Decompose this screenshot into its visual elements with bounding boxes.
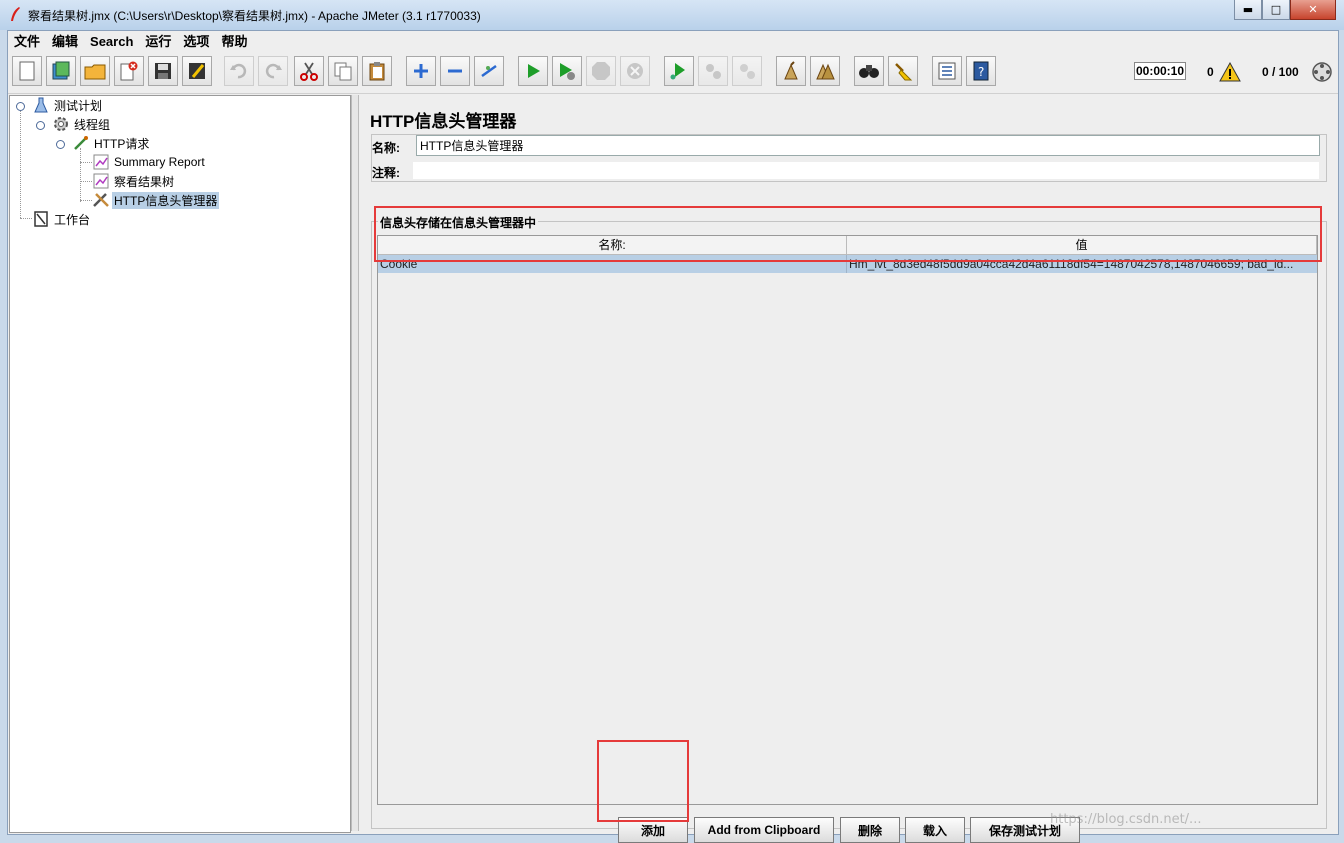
comment-label: 注释: bbox=[372, 166, 400, 180]
toolbar: ? 00:00:10 0 0 / 100 bbox=[8, 53, 1338, 94]
tree-node-thread-group[interactable]: 线程组 bbox=[52, 115, 112, 133]
remote-start-icon[interactable] bbox=[664, 56, 694, 86]
error-count: 0 bbox=[1207, 65, 1214, 79]
toggle-icon[interactable] bbox=[474, 56, 504, 86]
jmeter-feather-icon bbox=[11, 7, 20, 21]
table-row[interactable]: Cookie Hm_lvt_8d3ed48f5dd9a04cca42d4a611… bbox=[378, 255, 1317, 273]
clear-all-icon[interactable] bbox=[810, 56, 840, 86]
remote-status-icon bbox=[1312, 62, 1332, 82]
menu-options[interactable]: 选项 bbox=[177, 31, 215, 52]
tree-node-label: 工作台 bbox=[54, 212, 91, 227]
menu-file[interactable]: 文件 bbox=[8, 31, 46, 52]
svg-text:?: ? bbox=[978, 65, 984, 79]
menu-search[interactable]: Search bbox=[84, 31, 139, 52]
thread-group-icon bbox=[52, 116, 70, 132]
tree-node-summary-report[interactable]: Summary Report bbox=[92, 153, 207, 171]
delete-button[interactable]: 删除 bbox=[840, 817, 900, 843]
minimize-button[interactable]: ▬ bbox=[1234, 0, 1262, 20]
tree-toggle[interactable] bbox=[56, 140, 65, 149]
redo-icon[interactable] bbox=[258, 56, 288, 86]
tree-node-test-plan[interactable]: 测试计划 bbox=[32, 96, 104, 114]
listener-icon bbox=[92, 154, 110, 170]
add-from-clipboard-button[interactable]: Add from Clipboard bbox=[694, 817, 834, 843]
collapse-icon[interactable] bbox=[440, 56, 470, 86]
maximize-button[interactable]: □ bbox=[1262, 0, 1290, 20]
title-bar: 察看结果树.jmx (C:\Users\r\Desktop\察看结果树.jmx)… bbox=[0, 0, 1344, 30]
tree-toggle[interactable] bbox=[36, 121, 45, 130]
undo-icon[interactable] bbox=[224, 56, 254, 86]
active-threads-count: 0 / 100 bbox=[1262, 65, 1299, 79]
expand-icon[interactable] bbox=[406, 56, 436, 86]
open-icon[interactable] bbox=[80, 56, 110, 86]
headers-group: 信息头存储在信息头管理器中 名称: 值 Cookie Hm_lvt_8d3ed4… bbox=[371, 214, 1327, 829]
group-title: 信息头存储在信息头管理器中 bbox=[378, 214, 539, 231]
comment-field[interactable] bbox=[412, 161, 1320, 180]
application-frame: 文件 编辑 Search 运行 选项 帮助 ? 00:00:10 0 0 / 1… bbox=[7, 30, 1339, 843]
close-file-icon[interactable] bbox=[114, 56, 144, 86]
cut-icon[interactable] bbox=[294, 56, 324, 86]
workbench-icon bbox=[32, 211, 50, 227]
listener-icon bbox=[92, 173, 110, 189]
menu-run[interactable]: 运行 bbox=[139, 31, 177, 52]
templates-icon[interactable] bbox=[46, 56, 76, 86]
panel-title: HTTP信息头管理器 bbox=[370, 112, 517, 131]
close-window-button[interactable]: ✕ bbox=[1290, 0, 1336, 20]
tree-node-header-manager[interactable]: HTTP信息头管理器 bbox=[92, 191, 220, 209]
remote-shutdown-icon[interactable] bbox=[732, 56, 762, 86]
tree-node-label: Summary Report bbox=[114, 155, 205, 169]
search-icon[interactable] bbox=[854, 56, 884, 86]
copy-icon[interactable] bbox=[328, 56, 358, 86]
name-label: 名称: bbox=[372, 141, 400, 155]
row-name-cell[interactable]: Cookie bbox=[378, 255, 847, 273]
sampler-icon bbox=[72, 135, 90, 151]
column-header-name[interactable]: 名称: bbox=[378, 236, 847, 255]
save-icon[interactable] bbox=[148, 56, 178, 86]
column-header-value[interactable]: 值 bbox=[847, 236, 1317, 255]
start-no-pause-icon[interactable] bbox=[552, 56, 582, 86]
name-field[interactable] bbox=[416, 135, 1320, 156]
window-title: 察看结果树.jmx (C:\Users\r\Desktop\察看结果树.jmx)… bbox=[28, 9, 481, 23]
panel-splitter[interactable] bbox=[351, 95, 359, 831]
header-manager-panel: HTTP信息头管理器 名称: 注释: 信息头存储在信息头管理器中 名称: 值 C… bbox=[360, 95, 1336, 843]
shutdown-icon[interactable] bbox=[620, 56, 650, 86]
clear-icon[interactable] bbox=[776, 56, 806, 86]
tree-node-workbench[interactable]: 工作台 bbox=[32, 210, 92, 228]
tree-node-label: 线程组 bbox=[74, 117, 111, 132]
reset-search-icon[interactable] bbox=[888, 56, 918, 86]
tree-node-label: 察看结果树 bbox=[114, 174, 175, 189]
warning-icon[interactable] bbox=[1219, 62, 1241, 82]
remote-stop-icon[interactable] bbox=[698, 56, 728, 86]
elapsed-timer: 00:00:10 bbox=[1134, 62, 1186, 80]
menu-edit[interactable]: 编辑 bbox=[46, 31, 84, 52]
menu-help[interactable]: 帮助 bbox=[215, 31, 253, 52]
stop-icon[interactable] bbox=[586, 56, 616, 86]
load-button[interactable]: 载入 bbox=[905, 817, 965, 843]
test-plan-icon bbox=[32, 97, 50, 113]
add-button[interactable]: 添加 bbox=[618, 817, 688, 843]
tree-node-view-results-tree[interactable]: 察看结果树 bbox=[92, 172, 176, 190]
tree-toggle[interactable] bbox=[16, 102, 25, 111]
function-helper-icon[interactable] bbox=[932, 56, 962, 86]
tree-node-http-request[interactable]: HTTP请求 bbox=[72, 134, 151, 152]
help-icon[interactable]: ? bbox=[966, 56, 996, 86]
tree-node-label: HTTP信息头管理器 bbox=[112, 191, 220, 209]
watermark: https://blog.csdn.net/... bbox=[1050, 812, 1202, 827]
headers-table[interactable]: 名称: 值 Cookie Hm_lvt_8d3ed48f5dd9a04cca42… bbox=[377, 235, 1318, 805]
test-plan-tree[interactable]: 测试计划 线程组 HTTP请求 Summary Report 察看结果树 HTT… bbox=[9, 95, 351, 833]
start-icon[interactable] bbox=[518, 56, 548, 86]
tree-node-label: 测试计划 bbox=[54, 98, 103, 113]
row-value-cell[interactable]: Hm_lvt_8d3ed48f5dd9a04cca42d4a61118df54=… bbox=[847, 255, 1317, 273]
menu-bar: 文件 编辑 Search 运行 选项 帮助 bbox=[8, 31, 1338, 52]
save-as-icon[interactable] bbox=[182, 56, 212, 86]
new-icon[interactable] bbox=[12, 56, 42, 86]
paste-icon[interactable] bbox=[362, 56, 392, 86]
config-tool-icon bbox=[92, 192, 110, 208]
tree-node-label: HTTP请求 bbox=[94, 136, 150, 151]
